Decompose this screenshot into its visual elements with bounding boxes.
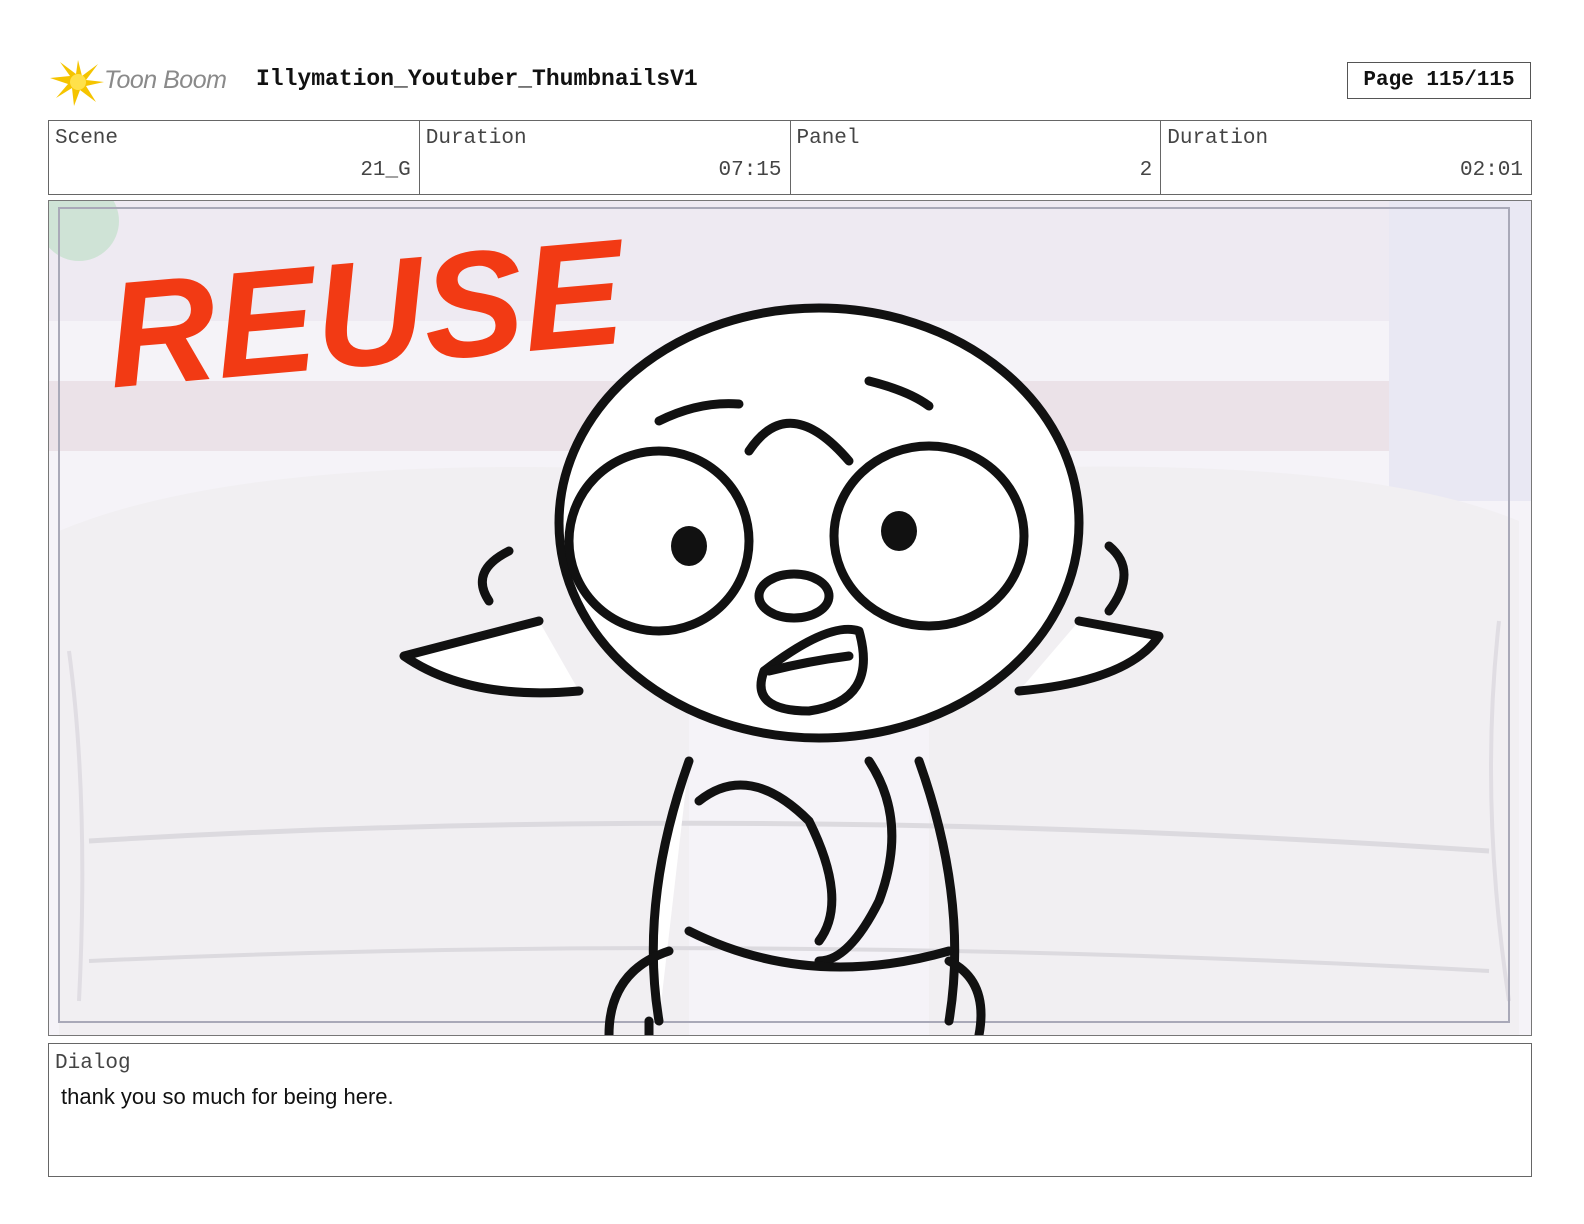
logo-text: Toon Boom	[104, 66, 227, 94]
panel-drawing: REUSE	[49, 201, 1531, 1035]
dialog-text: thank you so much for being here.	[61, 1084, 394, 1109]
scene-cell: Scene 21_G	[49, 121, 420, 194]
panel-value: 2	[1139, 159, 1153, 182]
scene-label: Scene	[55, 127, 119, 150]
panel-duration-cell: Duration 02:01	[1161, 121, 1531, 194]
scene-duration-value: 07:15	[718, 159, 782, 182]
storyboard-panel: REUSE	[48, 200, 1532, 1036]
panel-cell: Panel 2	[791, 121, 1162, 194]
dialog-label: Dialog	[55, 1052, 131, 1075]
scene-value: 21_G	[360, 159, 411, 182]
dialog-box: Dialog thank you so much for being here.	[48, 1043, 1532, 1177]
scene-info-table: Scene 21_G Duration 07:15 Panel 2 Durati…	[48, 120, 1532, 195]
project-title: Illymation_Youtuber_ThumbnailsV1	[256, 66, 698, 92]
toon-boom-logo: Toon Boom	[50, 56, 240, 106]
page-indicator: Page 115/115	[1347, 62, 1531, 99]
scene-duration-cell: Duration 07:15	[420, 121, 791, 194]
panel-label: Panel	[796, 127, 860, 150]
starburst-icon	[50, 60, 104, 106]
scene-duration-label: Duration	[425, 127, 527, 150]
panel-duration-value: 02:01	[1459, 159, 1523, 182]
panel-duration-label: Duration	[1167, 127, 1269, 150]
